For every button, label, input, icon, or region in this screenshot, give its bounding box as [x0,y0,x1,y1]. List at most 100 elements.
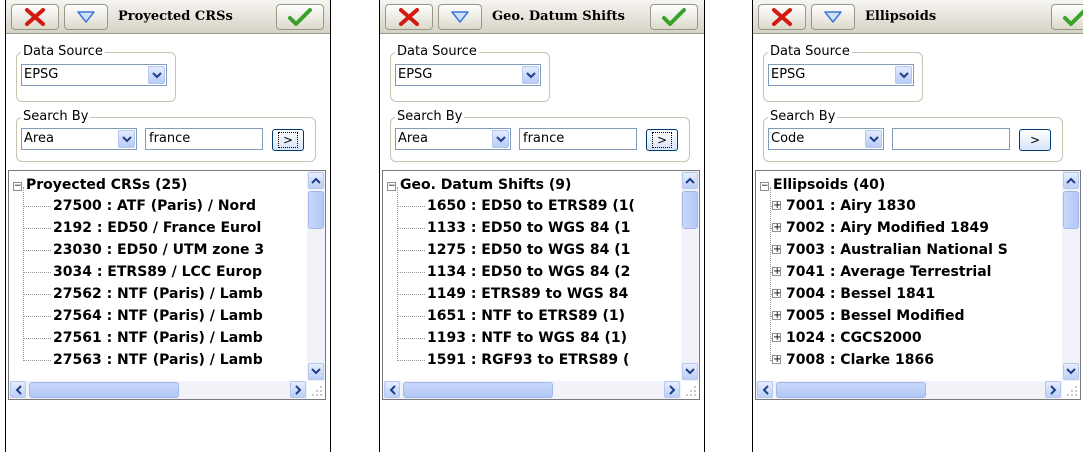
tree-item[interactable]: 2192 : ED50 / France Eurol [9,217,307,239]
search-by-select[interactable]: Area [21,128,137,150]
tree-item[interactable]: 1651 : NTF to ETRS89 (1) [383,305,681,327]
search-button[interactable]: > [646,129,678,151]
close-button[interactable] [385,4,433,30]
expand-icon[interactable]: + [772,355,781,365]
search-input[interactable]: france [145,128,263,150]
tree-item[interactable]: 27564 : NTF (Paris) / Lamb [9,305,307,327]
chevron-down-icon[interactable] [148,66,165,84]
chevron-down-icon[interactable] [865,130,882,148]
tree-item[interactable]: 27563 : NTF (Paris) / Lamb [9,349,307,371]
tree-item[interactable]: 1133 : ED50 to WGS 84 (1 [383,217,681,239]
expand-icon[interactable]: + [772,201,781,211]
data-source-select[interactable]: EPSG [395,64,541,86]
tree-item[interactable]: +7041 : Average Terrestrial [756,261,1062,283]
collapse-icon[interactable]: − [13,182,22,191]
ok-button[interactable] [650,4,698,30]
tree-item[interactable]: 1134 : ED50 to WGS 84 (2 [383,261,681,283]
tree-connector [397,360,425,361]
tree-item[interactable]: +7005 : Bessel Modified [756,305,1062,327]
vertical-scrollbar[interactable] [681,171,699,381]
ok-button[interactable] [276,4,324,30]
expand-icon[interactable]: + [772,267,781,277]
tree-item[interactable]: +7001 : Airy 1830 [756,195,1062,217]
collapse-icon[interactable]: − [760,182,769,191]
search-input[interactable] [892,128,1010,150]
tree-connector [397,294,425,295]
ok-button[interactable] [1051,4,1083,30]
search-button[interactable]: > [1019,129,1051,151]
tree-item[interactable]: 1650 : ED50 to ETRS89 (1( [383,195,681,217]
search-by-select[interactable]: Area [395,128,511,150]
menu-button[interactable] [64,4,108,30]
expand-icon[interactable]: + [772,223,781,233]
tree-item-label: 1133 : ED50 to WGS 84 (1 [427,220,631,236]
tree-item[interactable]: 27562 : NTF (Paris) / Lamb [9,283,307,305]
close-button[interactable] [758,4,806,30]
data-source-select[interactable]: EPSG [768,64,914,86]
close-button[interactable] [11,4,59,30]
tree-item[interactable]: 3034 : ETRS89 / LCC Europ [9,261,307,283]
tree-root[interactable]: − Geo. Datum Shifts (9) [387,175,571,195]
scroll-up-button[interactable] [682,172,698,189]
horizontal-scroll-thumb[interactable] [776,382,926,398]
tree-item[interactable]: +7004 : Bessel 1841 [756,283,1062,305]
close-icon [399,8,419,26]
search-input[interactable]: france [519,128,637,150]
tree-item[interactable]: 1149 : ETRS89 to WGS 84 [383,283,681,305]
tree-item[interactable]: +1024 : CGCS2000 [756,327,1062,349]
tree-item[interactable]: 27500 : ATF (Paris) / Nord [9,195,307,217]
chevron-down-icon[interactable] [895,66,912,84]
search-button[interactable]: > [272,129,304,151]
results-tree[interactable]: − Ellipsoids (40) +7001 : Airy 1830 +7002 … [755,170,1081,400]
scroll-left-button[interactable] [10,381,26,398]
chevron-right-icon [294,384,301,395]
scroll-down-button[interactable] [308,363,324,380]
scroll-up-button[interactable] [1063,172,1079,189]
scroll-right-button[interactable] [290,381,306,398]
tree-item[interactable]: 27561 : NTF (Paris) / Lamb [9,327,307,349]
tree-item[interactable]: 1193 : NTF to WGS 84 (1) [383,327,681,349]
horizontal-scroll-thumb[interactable] [29,382,179,398]
tree-connector [23,228,51,229]
data-source-select[interactable]: EPSG [21,64,167,86]
horizontal-scroll-thumb[interactable] [403,382,553,398]
menu-button[interactable] [811,4,855,30]
horizontal-scrollbar[interactable] [756,381,1062,399]
results-tree[interactable]: − Proyected CRSs (25) 27500 : ATF (Paris)… [8,170,326,400]
triangle-down-icon [824,11,842,23]
tree-root[interactable]: − Proyected CRSs (25) [13,175,187,195]
tree-item[interactable]: 1591 : RGF93 to ETRS89 ( [383,349,681,371]
horizontal-scrollbar[interactable] [9,381,307,399]
expand-icon[interactable]: + [772,245,781,255]
tree-item[interactable]: 1275 : ED50 to WGS 84 (1 [383,239,681,261]
chevron-down-icon[interactable] [118,130,135,148]
search-by-select[interactable]: Code [768,128,884,150]
expand-icon[interactable]: + [772,289,781,299]
vertical-scrollbar[interactable] [1062,171,1080,381]
vertical-scrollbar[interactable] [307,171,325,381]
collapse-icon[interactable]: − [387,182,396,191]
tree-root[interactable]: − Ellipsoids (40) [760,175,885,195]
chevron-down-icon[interactable] [492,130,509,148]
menu-button[interactable] [438,4,482,30]
tree-item[interactable]: +7002 : Airy Modified 1849 [756,217,1062,239]
vertical-scroll-thumb[interactable] [682,191,698,229]
scroll-up-button[interactable] [308,172,324,189]
tree-item[interactable]: +7008 : Clarke 1866 [756,349,1062,371]
scroll-left-button[interactable] [384,381,400,398]
expand-icon[interactable]: + [772,311,781,321]
scroll-down-button[interactable] [1063,363,1079,380]
scroll-right-button[interactable] [1045,381,1061,398]
scroll-left-button[interactable] [757,381,773,398]
tree-item[interactable]: +7003 : Australian National S [756,239,1062,261]
tree-item[interactable]: 23030 : ED50 / UTM zone 3 [9,239,307,261]
expand-icon[interactable]: + [772,333,781,343]
vertical-scroll-thumb[interactable] [1063,191,1079,229]
tree-connector [23,206,51,207]
vertical-scroll-thumb[interactable] [308,191,324,229]
scroll-down-button[interactable] [682,363,698,380]
scroll-right-button[interactable] [664,381,680,398]
chevron-down-icon[interactable] [522,66,539,84]
horizontal-scrollbar[interactable] [383,381,681,399]
results-tree[interactable]: − Geo. Datum Shifts (9) 1650 : ED50 to ET… [382,170,700,400]
